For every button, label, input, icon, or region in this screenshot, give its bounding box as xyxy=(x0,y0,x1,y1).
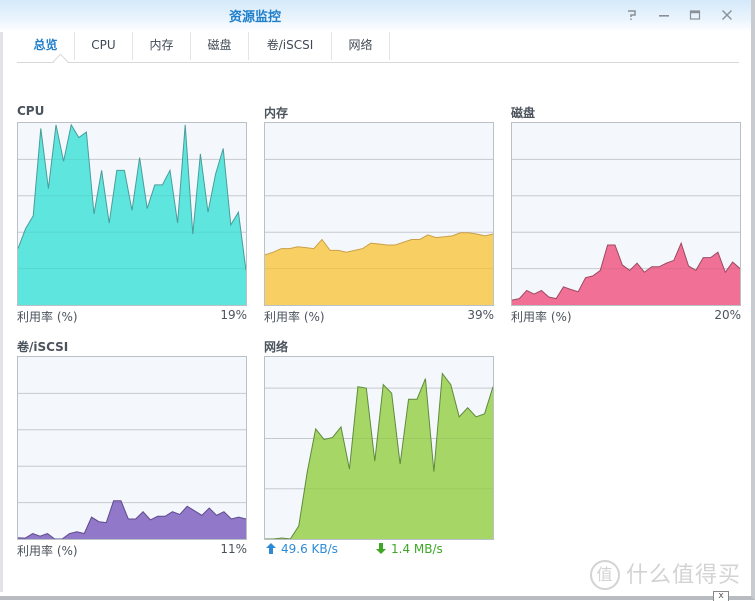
series-area xyxy=(18,125,246,305)
cpu-chart xyxy=(17,122,247,306)
memory-chart-svg xyxy=(265,123,493,305)
tab-network[interactable]: 网络 xyxy=(332,32,390,60)
minimize-icon xyxy=(658,9,670,21)
volume-chart xyxy=(17,356,247,540)
close-button[interactable] xyxy=(717,6,737,24)
cpu-usage-label: 利用率 (%) xyxy=(17,308,78,325)
tab-memory[interactable]: 内存 xyxy=(133,32,191,60)
window-title: 资源监控 xyxy=(0,6,510,25)
watermark: 值什么值得买 xyxy=(590,557,741,590)
watermark-text: 什么值得买 xyxy=(626,563,741,588)
series-area xyxy=(512,243,740,305)
close-icon xyxy=(721,9,733,21)
tab-overview[interactable]: 总览 xyxy=(17,32,75,60)
memory-panel-title: 内存 xyxy=(264,104,288,121)
volume-chart-svg xyxy=(18,357,246,539)
minimize-button[interactable] xyxy=(654,6,674,24)
disk-usage-label: 利用率 (%) xyxy=(511,308,572,325)
maximize-icon xyxy=(689,9,701,21)
disk-chart-svg xyxy=(512,123,740,305)
network-upload: 49.6 KB/s xyxy=(266,542,338,557)
title-bar[interactable]: 资源监控 xyxy=(0,0,751,32)
watermark-logo-icon: 值 xyxy=(590,560,620,590)
download-rate: 1.4 MB/s xyxy=(391,542,443,556)
resource-monitor-window: 资源监控 总览 CPU 内存 磁盘 卷/iSCSI 网络 xyxy=(0,0,755,600)
memory-usage-value: 39% xyxy=(467,308,494,322)
help-icon xyxy=(626,9,638,21)
help-button[interactable] xyxy=(622,6,642,24)
cpu-panel-title: CPU xyxy=(17,104,44,118)
cpu-chart-svg xyxy=(18,123,246,305)
disk-panel-title: 磁盘 xyxy=(511,104,535,121)
disk-usage-value: 20% xyxy=(714,308,741,322)
series-area xyxy=(265,374,493,539)
download-arrow-icon xyxy=(376,543,386,557)
memory-chart xyxy=(264,122,494,306)
series-area xyxy=(18,501,246,539)
upload-rate: 49.6 KB/s xyxy=(281,542,338,556)
tab-bar: 总览 CPU 内存 磁盘 卷/iSCSI 网络 xyxy=(17,32,739,63)
tab-cpu[interactable]: CPU xyxy=(75,32,133,60)
tab-disk[interactable]: 磁盘 xyxy=(191,32,249,60)
memory-usage-label: 利用率 (%) xyxy=(264,308,325,325)
network-panel-title: 网络 xyxy=(264,338,288,355)
upload-arrow-icon xyxy=(266,543,276,557)
maximize-button[interactable] xyxy=(685,6,705,24)
volume-usage-value: 11% xyxy=(220,542,247,556)
disk-chart xyxy=(511,122,741,306)
network-chart xyxy=(264,356,494,540)
network-chart-svg xyxy=(265,357,493,539)
cpu-usage-value: 19% xyxy=(220,308,247,322)
volume-usage-label: 利用率 (%) xyxy=(17,542,78,559)
window-left-edge xyxy=(0,32,3,592)
volume-panel-title: 卷/iSCSI xyxy=(17,338,68,355)
tab-volume-iscsi[interactable]: 卷/iSCSI xyxy=(249,32,332,60)
network-download: 1.4 MB/s xyxy=(376,542,443,557)
